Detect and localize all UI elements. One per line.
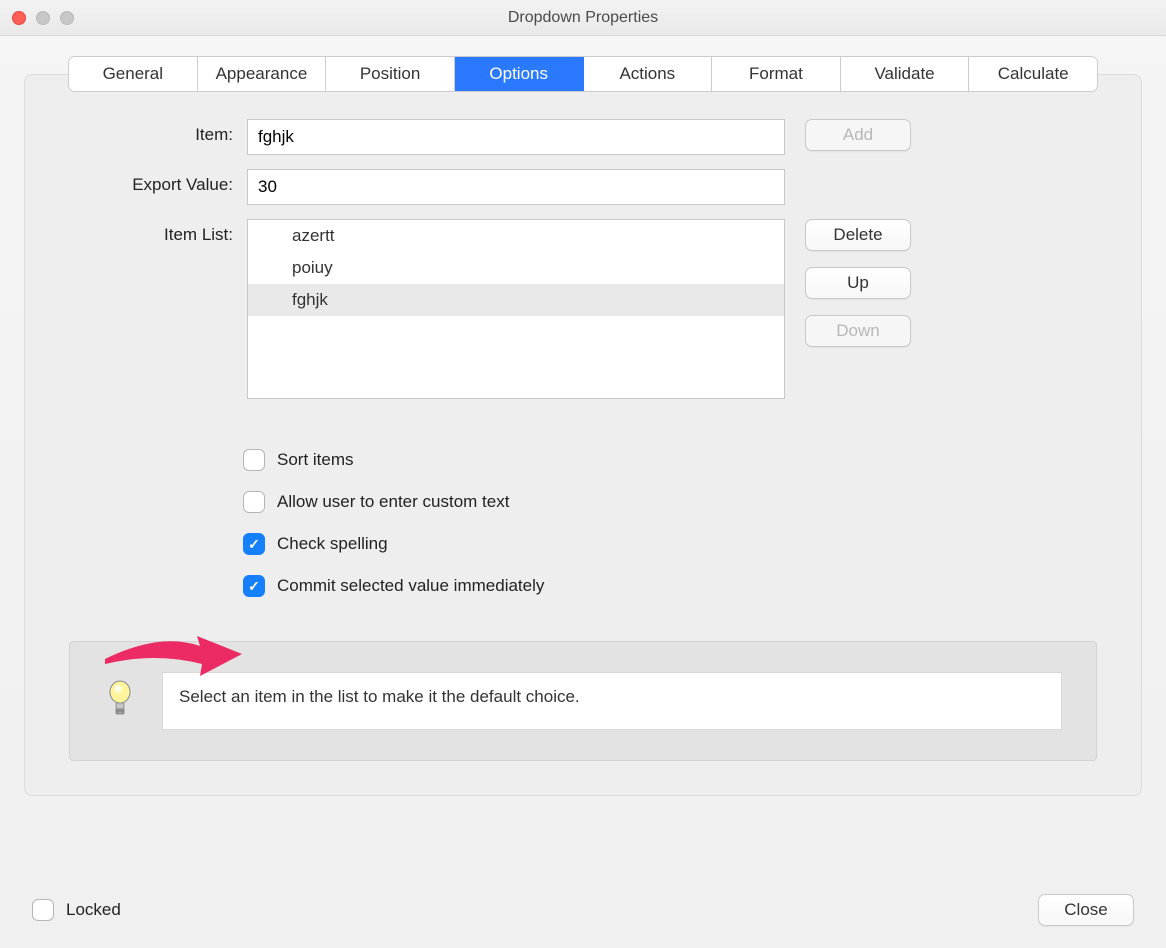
locked-row[interactable]: Locked xyxy=(32,899,121,921)
locked-label: Locked xyxy=(66,900,121,920)
check-commit-immediately[interactable]: Commit selected value immediately xyxy=(243,565,1097,607)
list-item[interactable]: azertt xyxy=(248,220,784,252)
window-close-button[interactable] xyxy=(12,11,26,25)
titlebar: Dropdown Properties xyxy=(0,0,1166,36)
lightbulb-icon xyxy=(104,679,140,724)
item-listbox[interactable]: azerttpoiuyfghjk xyxy=(247,219,785,399)
tab-options[interactable]: Options xyxy=(455,57,584,91)
item-list-row: Item List: azerttpoiuyfghjk Delete Up Do… xyxy=(69,219,1097,399)
check-spelling[interactable]: Check spelling xyxy=(243,523,1097,565)
close-button[interactable]: Close xyxy=(1038,894,1134,926)
checkbox-group: Sort items Allow user to enter custom te… xyxy=(243,439,1097,607)
window-zoom-button[interactable] xyxy=(60,11,74,25)
hint-text: Select an item in the list to make it th… xyxy=(162,672,1062,730)
add-button[interactable]: Add xyxy=(805,119,911,151)
export-value-input[interactable] xyxy=(247,169,785,205)
item-row: Item: Add xyxy=(69,119,1097,155)
commit-immediately-checkbox[interactable] xyxy=(243,575,265,597)
check-spelling-label: Check spelling xyxy=(277,534,388,554)
commit-immediately-label: Commit selected value immediately xyxy=(277,576,544,596)
hint-box: Select an item in the list to make it th… xyxy=(69,641,1097,761)
sort-items-label: Sort items xyxy=(277,450,354,470)
content-area: GeneralAppearancePositionOptionsActionsF… xyxy=(0,36,1166,884)
export-value-label: Export Value: xyxy=(69,169,247,195)
allow-custom-label: Allow user to enter custom text xyxy=(277,492,509,512)
item-label: Item: xyxy=(69,119,247,145)
sort-items-checkbox[interactable] xyxy=(243,449,265,471)
tabstrip: GeneralAppearancePositionOptionsActionsF… xyxy=(68,56,1098,92)
window-minimize-button[interactable] xyxy=(36,11,50,25)
tab-position[interactable]: Position xyxy=(326,57,455,91)
check-spelling-checkbox[interactable] xyxy=(243,533,265,555)
tab-calculate[interactable]: Calculate xyxy=(969,57,1097,91)
list-item[interactable]: poiuy xyxy=(248,252,784,284)
footer: Locked Close xyxy=(0,884,1166,948)
item-input[interactable] xyxy=(247,119,785,155)
allow-custom-checkbox[interactable] xyxy=(243,491,265,513)
check-allow-custom[interactable]: Allow user to enter custom text xyxy=(243,481,1097,523)
item-list-label: Item List: xyxy=(69,219,247,245)
list-item[interactable]: fghjk xyxy=(248,284,784,316)
up-button[interactable]: Up xyxy=(805,267,911,299)
traffic-lights xyxy=(12,11,74,25)
window-title: Dropdown Properties xyxy=(0,9,1166,27)
tab-appearance[interactable]: Appearance xyxy=(198,57,327,91)
tab-validate[interactable]: Validate xyxy=(841,57,970,91)
locked-checkbox[interactable] xyxy=(32,899,54,921)
down-button[interactable]: Down xyxy=(805,315,911,347)
dialog-window: Dropdown Properties GeneralAppearancePos… xyxy=(0,0,1166,948)
export-row: Export Value: xyxy=(69,169,1097,205)
tab-format[interactable]: Format xyxy=(712,57,841,91)
tab-actions[interactable]: Actions xyxy=(584,57,713,91)
tab-general[interactable]: General xyxy=(69,57,198,91)
delete-button[interactable]: Delete xyxy=(805,219,911,251)
options-panel: Item: Add Export Value: Item List: azert… xyxy=(24,74,1142,796)
check-sort-items[interactable]: Sort items xyxy=(243,439,1097,481)
